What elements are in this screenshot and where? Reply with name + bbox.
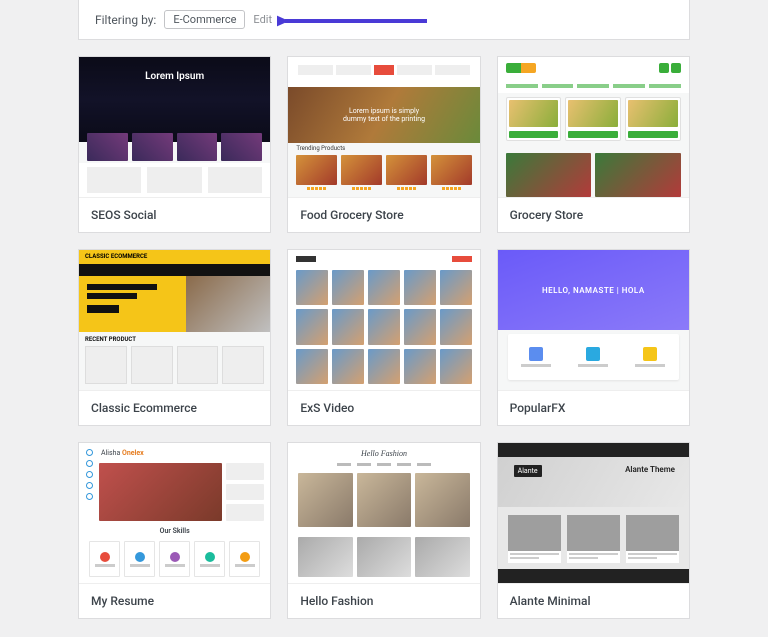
theme-thumbnail: Hello Fashion — [288, 443, 479, 583]
thumb-hero-title: Lorem Ipsum — [79, 71, 270, 82]
theme-name: Grocery Store — [498, 197, 689, 232]
theme-thumbnail: CLASSIC ECOMMERCE RECENT PRODUCT — [79, 250, 270, 390]
theme-thumbnail — [498, 57, 689, 197]
edit-filters-link[interactable]: Edit — [253, 13, 272, 26]
theme-name: ExS Video — [288, 390, 479, 425]
theme-name: Classic Ecommerce — [79, 390, 270, 425]
theme-card-popularfx[interactable]: HELLO, NAMASTE | HOLA PopularFX — [497, 249, 690, 426]
theme-thumbnail: Alisha Onelex Our Skills — [79, 443, 270, 583]
theme-card-my-resume[interactable]: Alisha Onelex Our Skills My Resume — [78, 442, 271, 619]
theme-name: SEOS Social — [79, 197, 270, 232]
theme-thumbnail: Lorem ipsum is simplydummy text of the p… — [288, 57, 479, 197]
theme-card-alante-minimal[interactable]: Alante Alante Theme Alante Minimal — [497, 442, 690, 619]
theme-card-classic-ecommerce[interactable]: CLASSIC ECOMMERCE RECENT PRODUCT Classic… — [78, 249, 271, 426]
theme-name: Hello Fashion — [288, 583, 479, 618]
filter-bar: Filtering by: E-Commerce Edit — [78, 0, 690, 40]
filter-tag-ecommerce[interactable]: E-Commerce — [164, 10, 245, 29]
theme-thumbnail: Lorem Ipsum — [79, 57, 270, 197]
theme-name: My Resume — [79, 583, 270, 618]
theme-name: Food Grocery Store — [288, 197, 479, 232]
theme-card-grocery-store[interactable]: Grocery Store — [497, 56, 690, 233]
theme-thumbnail — [288, 250, 479, 390]
theme-card-seos-social[interactable]: Lorem Ipsum SEOS Social — [78, 56, 271, 233]
theme-card-exs-video[interactable]: ExS Video — [287, 249, 480, 426]
theme-card-hello-fashion[interactable]: Hello Fashion Hello Fashion — [287, 442, 480, 619]
theme-name: PopularFX — [498, 390, 689, 425]
filter-label: Filtering by: — [95, 13, 156, 27]
themes-grid: Lorem Ipsum SEOS Social Lorem ipsum is s… — [18, 56, 750, 619]
theme-thumbnail: HELLO, NAMASTE | HOLA — [498, 250, 689, 390]
theme-name: Alante Minimal — [498, 583, 689, 618]
theme-thumbnail: Alante Alante Theme — [498, 443, 689, 583]
annotation-arrow-icon — [277, 12, 427, 30]
theme-card-food-grocery-store[interactable]: Lorem ipsum is simplydummy text of the p… — [287, 56, 480, 233]
